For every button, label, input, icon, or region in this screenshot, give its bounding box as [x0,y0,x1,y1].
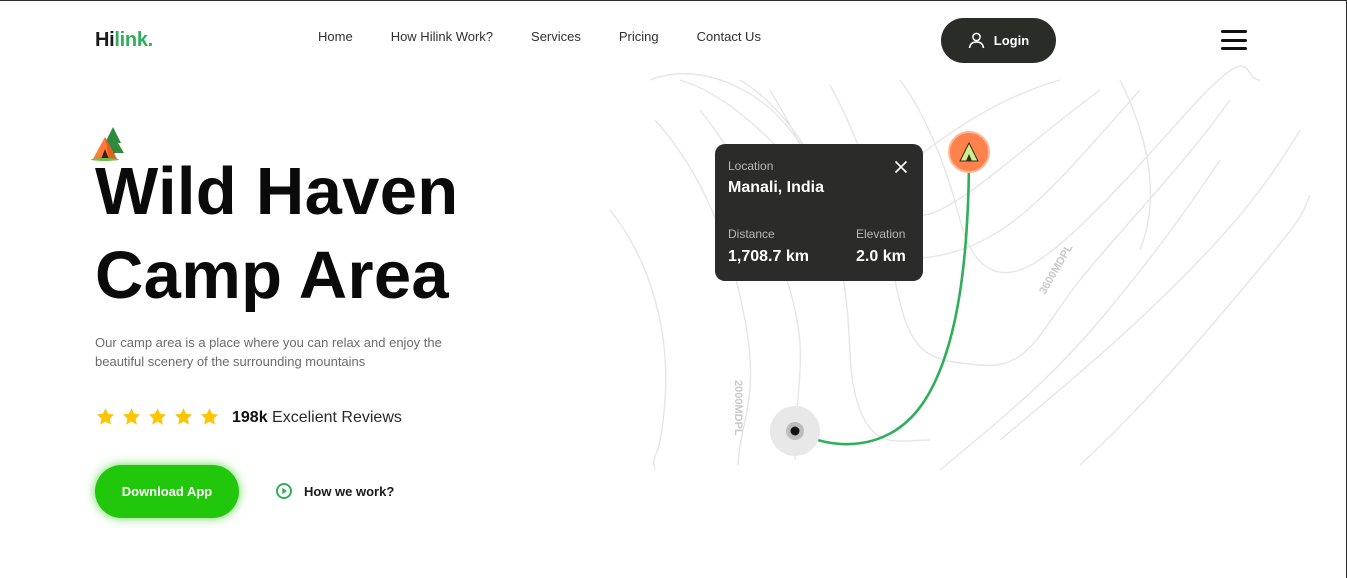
pin-icon[interactable] [948,131,990,173]
nav-home[interactable]: Home [318,29,353,44]
how-we-work-label: How we work? [304,483,395,499]
hamburger-icon[interactable] [1221,30,1247,50]
logo-accent: link. [114,29,153,51]
star-icon [174,408,193,425]
login-label: Login [993,33,1030,48]
star-icon [148,408,167,425]
user-icon [968,32,985,49]
download-app-button[interactable]: Download App [95,465,239,518]
logo-main: Hi [95,29,115,51]
close-icon[interactable] [894,160,908,174]
reviews-count: 198k [232,409,268,426]
play-icon [276,483,292,499]
nav-services[interactable]: Services [531,29,581,44]
star-icon [96,408,115,425]
nav-pricing[interactable]: Pricing [619,29,659,44]
distance-label: Distance [728,227,775,241]
contour-label-2000: 2000MDPL [732,380,744,436]
main-nav: Home How Hilink Work? Services Pricing C… [318,29,761,44]
login-button[interactable]: Login [941,18,1056,63]
location-label: Location [728,159,774,173]
star-icon [200,408,219,425]
contour-label-3600: 3600MDPL [1037,242,1075,296]
hero-title-line2: Camp Area [95,238,449,313]
nav-how-hilink-work[interactable]: How Hilink Work? [391,29,493,44]
rating-stars [95,407,220,427]
elevation-value: 2.0 km [856,248,906,265]
logo[interactable]: Hilink. [95,29,153,52]
hero-title: Wild Haven Camp Area [95,150,459,318]
hero-title-line1: Wild Haven [95,154,459,229]
reviews-summary: 198k Excelient Reviews [232,409,402,427]
location-card: Location Manali, India Distance 1,708.7 … [715,144,923,281]
elevation-label: Elevation [856,227,906,241]
how-we-work-link[interactable]: How we work? [276,483,394,499]
reviews-label: Excelient Reviews [272,409,402,426]
hero-description: Our camp area is a place where you can r… [95,335,442,369]
location-value: Manali, India [728,179,825,196]
nav-contact-us[interactable]: Contact Us [697,29,761,44]
distance-value: 1,708.7 km [728,248,809,265]
start-point [770,406,820,456]
star-icon [122,408,141,425]
